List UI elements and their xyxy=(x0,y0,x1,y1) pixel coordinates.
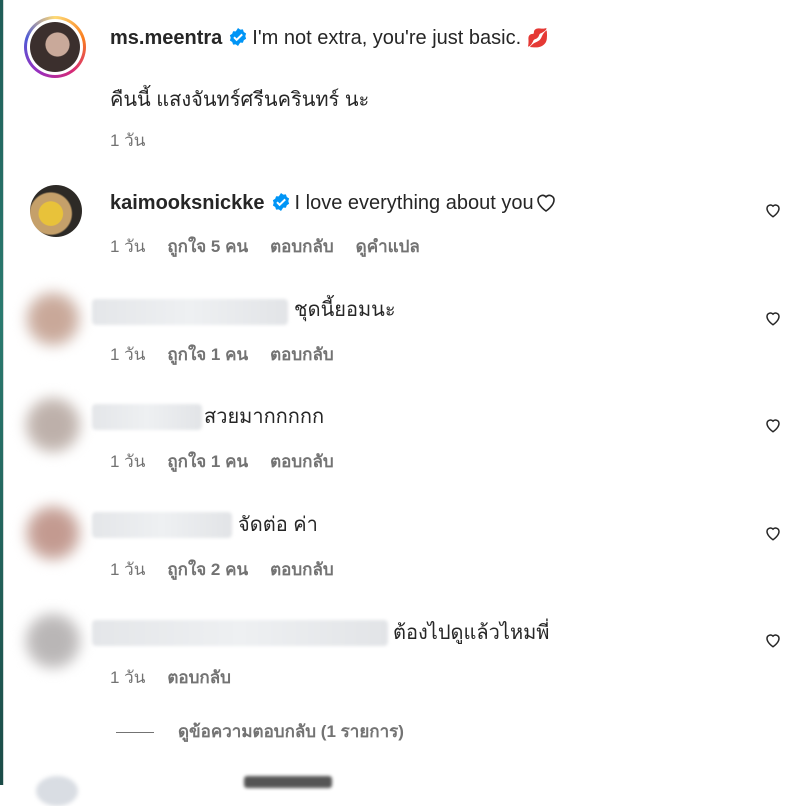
post-author-username[interactable]: ms.meentra xyxy=(110,27,222,49)
like-heart-icon[interactable] xyxy=(764,631,782,649)
view-replies-divider xyxy=(116,732,154,734)
reply-button[interactable]: ตอบกลับ xyxy=(270,345,334,364)
comment-text: ชุดนี้ยอมนะ xyxy=(294,299,396,321)
commenter-avatar-blurred[interactable] xyxy=(24,612,82,670)
commenter-username-blurred[interactable] xyxy=(92,299,288,325)
comment-text: สวยมากกกกก xyxy=(204,406,325,428)
comment-2-meta: 1 วัน ถูกใจ 1 คน ตอบกลับ xyxy=(110,341,356,368)
like-heart-icon[interactable] xyxy=(764,416,782,434)
post-caption-line2: คืนนี้ แสงจันทร์ศรีนครินทร์ นะ xyxy=(110,89,370,111)
comment-1-line: kaimooksnickke I love everything about yo… xyxy=(110,190,558,216)
commenter-avatar-blurred[interactable] xyxy=(24,290,82,348)
reply-button[interactable]: ตอบกลับ xyxy=(270,560,334,579)
reply-button[interactable]: ตอบกลับ xyxy=(270,452,334,471)
translate-button[interactable]: ดูคำแปล xyxy=(356,237,420,256)
comment-likes[interactable]: ถูกใจ 1 คน xyxy=(167,345,248,364)
commenter-username-blurred[interactable] xyxy=(92,404,202,430)
post-meta: 1 วัน xyxy=(110,127,167,154)
comment-username[interactable]: kaimooksnickke xyxy=(110,192,265,214)
comment-1-meta: 1 วัน ถูกใจ 5 คน ตอบกลับ ดูคำแปล xyxy=(110,233,442,260)
comment-time[interactable]: 1 วัน xyxy=(110,237,145,256)
post-time[interactable]: 1 วัน xyxy=(110,131,145,150)
window-edge-border xyxy=(3,0,4,785)
comment-time[interactable]: 1 วัน xyxy=(110,668,145,687)
reply-button[interactable]: ตอบกลับ xyxy=(167,668,231,687)
lips-emoji-icon: 💋 xyxy=(526,28,550,48)
view-replies-button[interactable]: ดูข้อความตอบกลับ (1 รายการ) xyxy=(116,718,404,745)
comment-likes[interactable]: ถูกใจ 2 คน xyxy=(167,560,248,579)
commenter-username-blurred[interactable] xyxy=(92,620,388,646)
avatar-photo xyxy=(30,22,80,72)
like-heart-icon[interactable] xyxy=(764,309,782,327)
verified-badge-icon xyxy=(230,28,247,46)
comment-5-meta: 1 วัน ตอบกลับ xyxy=(110,664,253,691)
comment-time[interactable]: 1 วัน xyxy=(110,452,145,471)
verified-badge-icon xyxy=(272,193,289,211)
comment-likes[interactable]: ถูกใจ 1 คน xyxy=(167,452,248,471)
commenter-avatar[interactable] xyxy=(30,185,82,237)
white-heart-emoji-icon xyxy=(536,194,555,212)
comment-likes[interactable]: ถูกใจ 5 คน xyxy=(167,237,248,256)
comment-4-meta: 1 วัน ถูกใจ 2 คน ตอบกลับ xyxy=(110,556,356,583)
view-replies-label: ดูข้อความตอบกลับ (1 รายการ) xyxy=(178,722,404,741)
post-caption-line: ms.meentra I'm not extra, you're just bas… xyxy=(110,25,549,51)
comment-text: ต้องไปดูแล้วไหมพี่ xyxy=(393,622,550,644)
reply-button[interactable]: ตอบกลับ xyxy=(270,237,334,256)
comment-text: I love everything about you xyxy=(294,192,534,214)
comment-text: จัดต่อ ค่า xyxy=(238,514,318,536)
comment-3-meta: 1 วัน ถูกใจ 1 คน ตอบกลับ xyxy=(110,448,356,475)
commenter-avatar-blurred[interactable] xyxy=(24,504,82,562)
next-comment-text-cutoff xyxy=(244,776,332,788)
comment-time[interactable]: 1 วัน xyxy=(110,560,145,579)
next-commenter-avatar[interactable] xyxy=(36,776,78,806)
post-author-avatar[interactable] xyxy=(24,16,86,78)
commenter-avatar-blurred[interactable] xyxy=(24,396,82,454)
like-heart-icon[interactable] xyxy=(764,524,782,542)
comment-time[interactable]: 1 วัน xyxy=(110,345,145,364)
like-heart-icon[interactable] xyxy=(764,201,782,219)
post-caption-text: I'm not extra, you're just basic. xyxy=(252,27,522,49)
commenter-username-blurred[interactable] xyxy=(92,512,232,538)
